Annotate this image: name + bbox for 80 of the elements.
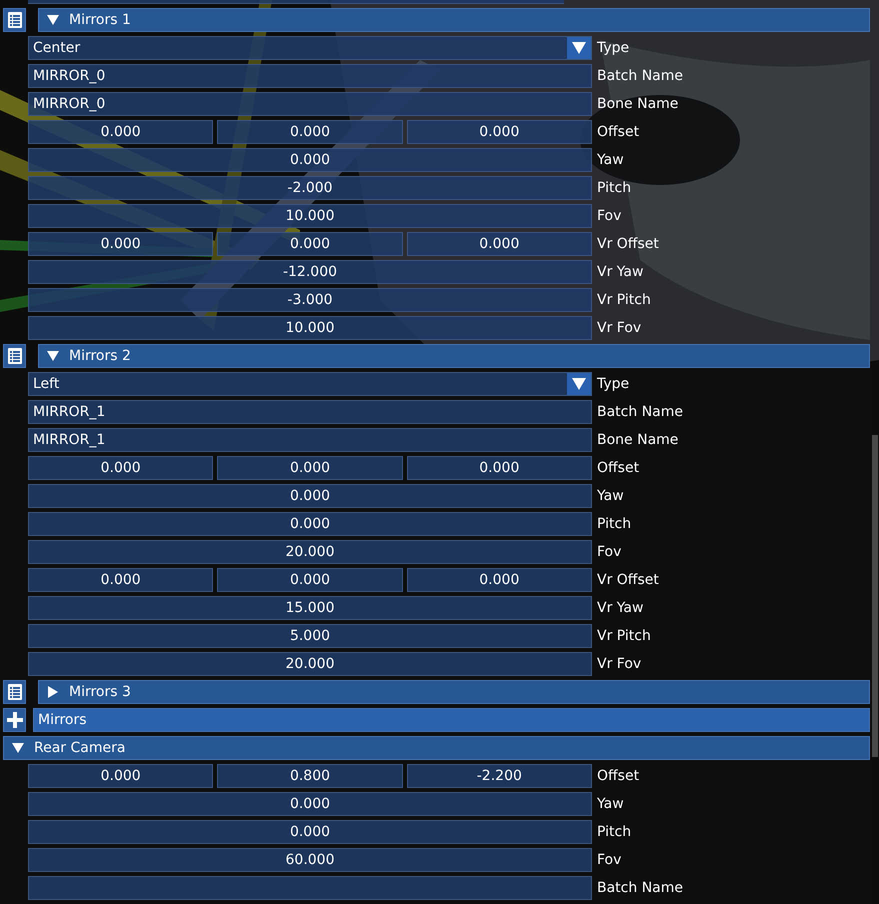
list-icon[interactable] — [3, 680, 26, 704]
field-label: Vr Offset — [597, 572, 659, 588]
number-field[interactable]: 0.000 — [28, 456, 214, 480]
field-label: Batch Name — [597, 404, 683, 420]
field-label: Vr Yaw — [597, 264, 644, 280]
dropdown-arrow-icon — [572, 42, 586, 54]
expanded-triangle-icon — [47, 350, 59, 362]
field-label: Vr Fov — [597, 320, 642, 336]
field-label: Vr Pitch — [597, 292, 651, 308]
number-field[interactable]: 0.000 — [406, 120, 592, 144]
collapsing-header[interactable]: Mirrors 1 — [38, 8, 870, 32]
field-label: Vr Pitch — [597, 628, 651, 644]
text-field[interactable] — [28, 876, 592, 900]
expanded-triangle-icon — [12, 742, 24, 754]
number-field[interactable]: 20.000 — [28, 652, 592, 676]
number-field[interactable]: 10.000 — [28, 204, 592, 228]
number-field[interactable]: 20.000 — [28, 540, 592, 564]
field-label: Batch Name — [597, 68, 683, 84]
field-label: Yaw — [597, 152, 624, 168]
add-header[interactable]: Mirrors — [33, 708, 870, 732]
field-label: Pitch — [597, 824, 632, 840]
number-field[interactable]: 0.000 — [28, 512, 592, 536]
field-label: Offset — [597, 124, 640, 140]
number-field[interactable]: 0.000 — [217, 232, 403, 256]
expanded-triangle-icon — [47, 14, 59, 26]
number-field[interactable]: 0.000 — [28, 232, 214, 256]
number-field[interactable]: -2.200 — [406, 764, 592, 788]
field-label: Offset — [597, 460, 640, 476]
number-field[interactable]: 0.000 — [406, 232, 592, 256]
number-field[interactable]: 60.000 — [28, 848, 592, 872]
text-field[interactable]: MIRROR_0 — [28, 92, 592, 116]
number-field[interactable]: -2.000 — [28, 176, 592, 200]
dropdown-arrow-icon — [572, 378, 586, 390]
field-label: Fov — [597, 852, 622, 868]
field-label: Type — [597, 40, 630, 56]
list-icon[interactable] — [3, 344, 26, 368]
number-field[interactable]: 0.000 — [406, 456, 592, 480]
list-icon[interactable] — [3, 8, 26, 32]
number-field[interactable]: 0.000 — [28, 568, 214, 592]
field-label: Type — [597, 376, 630, 392]
add-icon[interactable] — [3, 708, 26, 732]
collapsing-header[interactable]: Rear Camera — [3, 736, 870, 760]
number-field[interactable]: 0.000 — [217, 456, 403, 480]
text-field[interactable]: MIRROR_1 — [28, 428, 592, 452]
number-field[interactable]: 5.000 — [28, 624, 592, 648]
field-label: Fov — [597, 208, 622, 224]
number-field[interactable]: 0.000 — [28, 148, 592, 172]
number-field[interactable]: -3.000 — [28, 288, 592, 312]
number-field[interactable]: 0.000 — [28, 792, 592, 816]
field-label: Yaw — [597, 796, 624, 812]
number-field[interactable]: 10.000 — [28, 316, 592, 340]
dropdown[interactable]: Center — [28, 36, 592, 60]
field-label: Batch Name — [597, 880, 683, 896]
text-field[interactable]: MIRROR_0 — [28, 64, 592, 88]
field-label: Yaw — [597, 488, 624, 504]
number-field[interactable]: 0.000 — [217, 120, 403, 144]
collapsed-triangle-icon — [47, 686, 59, 698]
number-field[interactable]: 0.000 — [28, 820, 592, 844]
number-field[interactable]: 0.000 — [28, 764, 214, 788]
field-label: Vr Offset — [597, 236, 659, 252]
text-field[interactable]: MIRROR_1 — [28, 400, 592, 424]
field-label: Pitch — [597, 516, 632, 532]
number-field[interactable]: 15.000 — [28, 596, 592, 620]
number-field[interactable]: 0.000 — [28, 120, 214, 144]
number-field[interactable]: -12.000 — [28, 260, 592, 284]
collapsing-header[interactable]: Mirrors 3 — [38, 680, 870, 704]
number-field[interactable]: 0.000 — [28, 484, 592, 508]
field-label: Pitch — [597, 180, 632, 196]
field-label: Fov — [597, 544, 622, 560]
field-label: Bone Name — [597, 432, 678, 448]
field-label: Vr Fov — [597, 656, 642, 672]
number-field[interactable]: 0.000 — [217, 568, 403, 592]
number-field[interactable]: 0.000 — [406, 568, 592, 592]
field-label: Offset — [597, 768, 640, 784]
field-label: Vr Yaw — [597, 600, 644, 616]
cut-off-field[interactable] — [28, 0, 564, 4]
dropdown[interactable]: Left — [28, 372, 592, 396]
field-label: Bone Name — [597, 96, 678, 112]
number-field[interactable]: 0.800 — [217, 764, 403, 788]
collapsing-header[interactable]: Mirrors 2 — [38, 344, 870, 368]
